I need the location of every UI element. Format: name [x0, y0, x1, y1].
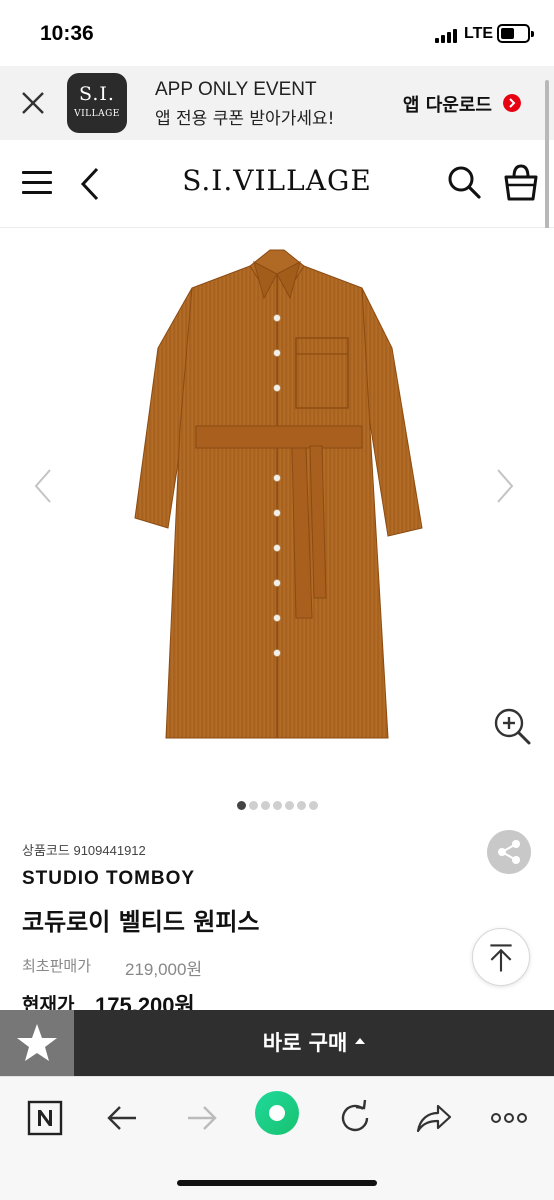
- app-download-link[interactable]: 앱 다운로드: [403, 91, 492, 117]
- brand-name[interactable]: STUDIO TOMBOY: [22, 868, 195, 890]
- back-arrow-icon[interactable]: [100, 1095, 146, 1141]
- app-logo: S.I. VILLAGE: [67, 73, 127, 133]
- pagination-dot[interactable]: [260, 801, 270, 810]
- pagination-dot[interactable]: [284, 801, 294, 810]
- app-logo-line2: VILLAGE: [74, 109, 120, 119]
- banner-subtitle: 앱 전용 쿠폰 받아가세요!: [155, 109, 335, 129]
- home-indicator: [177, 1180, 377, 1186]
- chevron-right-circle-icon[interactable]: [503, 94, 521, 112]
- naver-n-icon[interactable]: [22, 1095, 68, 1141]
- app-logo-line1: S.I.: [79, 83, 115, 105]
- more-icon[interactable]: [486, 1095, 532, 1141]
- reload-icon[interactable]: [332, 1095, 378, 1141]
- pagination-dot[interactable]: [236, 801, 246, 810]
- next-image-icon[interactable]: [494, 466, 516, 506]
- previous-image-icon[interactable]: [32, 466, 54, 506]
- zoom-in-icon[interactable]: [492, 706, 532, 746]
- product-code: 상품코드 9109441912: [22, 840, 146, 859]
- app-download-banner: S.I. VILLAGE APP ONLY EVENT 앱 전용 쿠폰 받아가세…: [0, 66, 554, 140]
- search-icon[interactable]: [447, 165, 481, 199]
- forward-arrow-icon[interactable]: [178, 1095, 224, 1141]
- battery-icon: [497, 24, 534, 43]
- pagination-dot[interactable]: [308, 801, 318, 810]
- pagination-dot[interactable]: [272, 801, 282, 810]
- caret-up-icon: [355, 1038, 366, 1044]
- buy-bar: 바로 구매: [0, 1010, 554, 1076]
- share-icon[interactable]: [487, 830, 531, 874]
- pagination-dot[interactable]: [248, 801, 258, 810]
- signal-icon: [435, 27, 459, 43]
- original-price: 219,000원: [125, 960, 203, 979]
- product-gallery[interactable]: [0, 228, 554, 788]
- product-image: [134, 249, 423, 739]
- product-code-value: 9109441912: [73, 843, 146, 858]
- pagination-dot[interactable]: [296, 801, 306, 810]
- status-bar: 10:36 LTE: [0, 0, 554, 66]
- gallery-pagination[interactable]: [0, 795, 554, 814]
- buy-now-button[interactable]: 바로 구매: [74, 1010, 554, 1076]
- banner-title: APP ONLY EVENT: [155, 79, 317, 100]
- network-type: LTE: [464, 25, 494, 42]
- favorite-button[interactable]: [0, 1010, 74, 1076]
- product-name: 코듀로이 벨티드 원피스: [22, 908, 260, 936]
- status-time: 10:36: [40, 22, 94, 45]
- green-home-icon[interactable]: [254, 1090, 300, 1136]
- original-price-label: 최초판매가: [22, 957, 92, 975]
- site-header: S.I.VILLAGE: [0, 140, 554, 228]
- star-icon: [17, 1024, 57, 1061]
- shopping-bag-icon[interactable]: [503, 162, 539, 202]
- close-icon[interactable]: [20, 90, 46, 116]
- share-arrow-icon[interactable]: [410, 1095, 456, 1141]
- buy-now-label: 바로 구매: [262, 1031, 348, 1055]
- scroll-to-top-icon[interactable]: [472, 928, 530, 986]
- product-code-label: 상품코드: [22, 843, 70, 858]
